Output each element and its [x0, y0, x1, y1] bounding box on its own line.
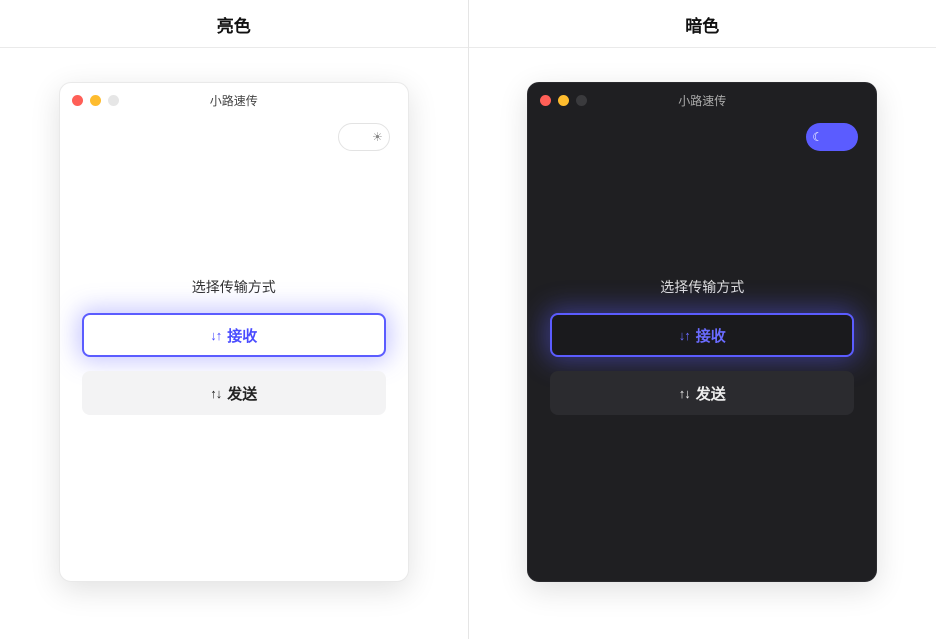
- traffic-lights: [540, 95, 587, 106]
- receive-label: 接收: [696, 325, 726, 346]
- pane-dark: 暗色 小路速传 ☾ 选择传输方式 ↓↑: [468, 0, 936, 639]
- button-group: ↓↑ 接收 ↑↓ 发送: [82, 313, 386, 415]
- minimize-icon[interactable]: [558, 95, 569, 106]
- button-group: ↓↑ 接收 ↑↓ 发送: [550, 313, 854, 415]
- zoom-icon[interactable]: [576, 95, 587, 106]
- send-button[interactable]: ↑↓ 发送: [82, 371, 386, 415]
- zoom-icon[interactable]: [108, 95, 119, 106]
- split-view: 亮色 小路速传 ☀ 选择传输方式 ↓↑: [0, 0, 936, 639]
- receive-icon: ↓↑: [210, 328, 221, 343]
- content-area: 选择传输方式 ↓↑ 接收 ↑↓ 发送: [528, 111, 876, 581]
- titlebar: 小路速传: [60, 83, 408, 113]
- content-area: 选择传输方式 ↓↑ 接收 ↑↓ 发送: [60, 111, 408, 581]
- titlebar: 小路速传: [528, 83, 876, 113]
- divider: [469, 47, 936, 48]
- send-icon: ↑↓: [210, 386, 221, 401]
- pane-light: 亮色 小路速传 ☀ 选择传输方式 ↓↑: [0, 0, 468, 639]
- close-icon[interactable]: [72, 95, 83, 106]
- receive-icon: ↓↑: [679, 328, 690, 343]
- divider: [0, 47, 468, 48]
- pane-title-light: 亮色: [217, 0, 251, 47]
- minimize-icon[interactable]: [90, 95, 101, 106]
- transfer-prompt: 选择传输方式: [660, 277, 744, 297]
- send-icon: ↑↓: [679, 386, 690, 401]
- send-label: 发送: [227, 383, 257, 404]
- send-button[interactable]: ↑↓ 发送: [550, 371, 854, 415]
- app-window-light: 小路速传 ☀ 选择传输方式 ↓↑ 接收 ↑↓ 发送: [59, 82, 409, 582]
- receive-button[interactable]: ↓↑ 接收: [550, 313, 854, 357]
- pane-title-dark: 暗色: [685, 0, 719, 47]
- receive-button[interactable]: ↓↑ 接收: [82, 313, 386, 357]
- app-window-dark: 小路速传 ☾ 选择传输方式 ↓↑ 接收 ↑↓ 发送: [527, 82, 877, 582]
- send-label: 发送: [696, 383, 726, 404]
- transfer-prompt: 选择传输方式: [192, 277, 276, 297]
- close-icon[interactable]: [540, 95, 551, 106]
- receive-label: 接收: [227, 325, 257, 346]
- traffic-lights: [72, 95, 119, 106]
